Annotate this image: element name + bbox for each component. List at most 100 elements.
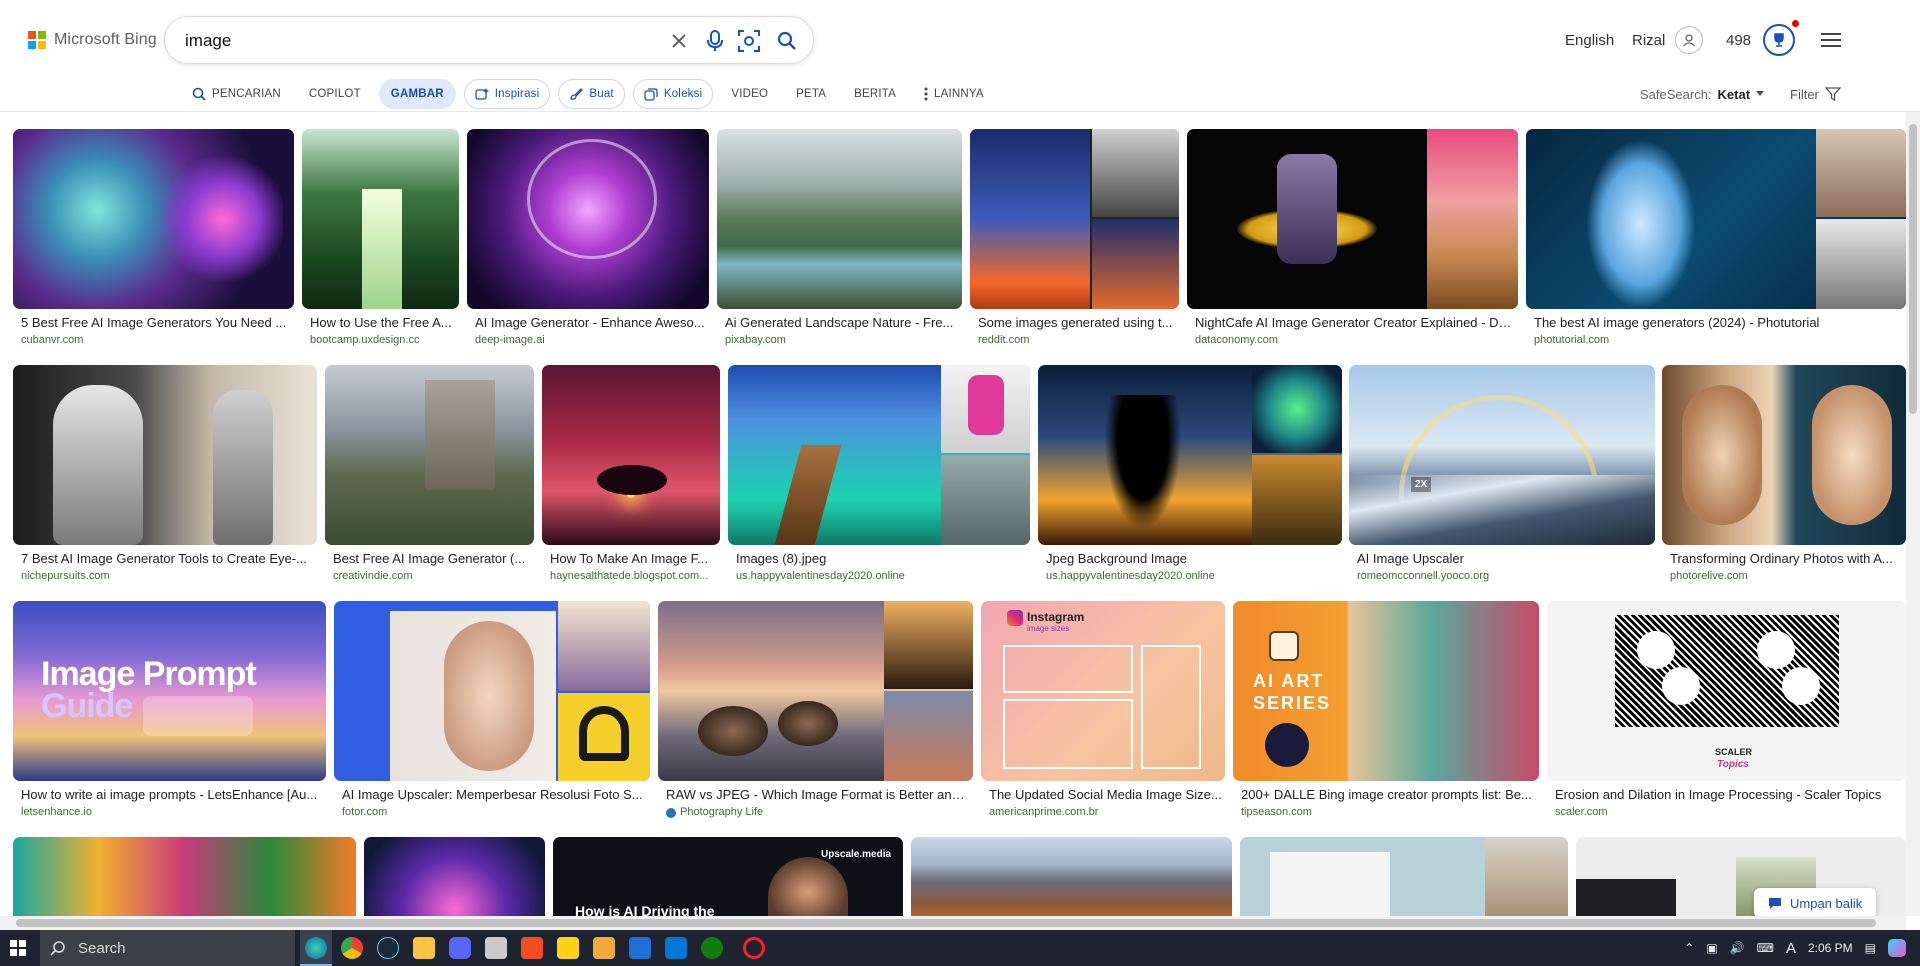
xbox-app-icon[interactable] [701,937,723,959]
tab-video[interactable]: VIDEO [721,79,778,109]
result-thumbnail[interactable]: AI ART SERIES [1233,601,1539,781]
search-input[interactable] [185,29,615,53]
result-thumbnail[interactable] [728,365,1030,545]
result-caption[interactable]: 7 Best AI Image Generator Tools to Creat… [21,551,315,566]
result-thumbnail[interactable] [13,837,356,916]
clear-icon[interactable] [667,29,691,53]
image-result-card[interactable]: NightCafe AI Image Generator Creator Exp… [1187,129,1518,349]
clock-time[interactable]: 2:06 PM [1808,941,1853,955]
tab-inspirasi[interactable]: Inspirasi [463,79,551,109]
image-result-card[interactable]: AI Image Generator - Enhance Aweso... de… [467,129,709,349]
image-result-card[interactable]: Image Prompt Guide How to write ai image… [13,601,326,821]
vscode-app-icon[interactable] [665,937,687,959]
volume-icon[interactable]: 🔊 [1730,941,1745,955]
result-thumbnail[interactable]: SCALER Topics [1547,601,1906,781]
result-thumbnail[interactable] [717,129,962,309]
result-thumbnail[interactable] [1240,837,1568,916]
image-result-card[interactable]: The best AI image generators (2024) - Ph… [1526,129,1906,349]
result-caption[interactable]: How To Make An Image F... [550,551,718,566]
result-thumbnail[interactable] [1038,365,1342,545]
result-caption[interactable]: AI Image Generator - Enhance Aweso... [475,315,707,330]
safesearch-dropdown[interactable]: SafeSearch: Ketat [1640,80,1765,108]
image-result-card[interactable]: 2X AI Image Upscaler romeomcconnell.yooc… [1349,365,1655,585]
result-caption[interactable]: NightCafe AI Image Generator Creator Exp… [1195,315,1516,330]
store-app-icon[interactable] [629,937,651,959]
image-result-card[interactable]: AI Image Upscaler: Memperbesar Resolusi … [334,601,650,821]
search-submit-icon[interactable] [775,29,799,53]
filter-button[interactable]: Filter [1790,80,1841,108]
image-result-card[interactable]: Ai Generated Landscape Nature - Fre... p… [717,129,962,349]
image-result-card[interactable] [13,837,356,916]
image-result-card[interactable]: 5 Best Free AI Image Generators You Need… [13,129,294,349]
tab-lainnya[interactable]: LAINNYA [914,79,994,109]
image-result-card[interactable] [911,837,1232,916]
image-result-card[interactable] [1240,837,1568,916]
image-result-card[interactable]: Transforming Ordinary Photos with A... p… [1662,365,1906,585]
result-caption[interactable]: 5 Best Free AI Image Generators You Need… [21,315,291,330]
image-result-card[interactable]: How To Make An Image F... haynesalthated… [542,365,720,585]
horizontal-scrollbar[interactable] [0,916,1906,930]
image-result-card[interactable]: Upscale.media How is AI Driving the [553,837,903,916]
opera-app-icon[interactable] [743,937,765,959]
result-caption[interactable]: 200+ DALLE Bing image creator prompts li… [1241,787,1537,802]
taskbar-search[interactable]: Search [40,930,295,966]
hamburger-menu-icon[interactable] [1820,20,1842,60]
result-thumbnail[interactable] [1662,365,1906,545]
result-caption[interactable]: Best Free AI Image Generator (... [333,551,532,566]
image-result-card[interactable]: Jpeg Background Image us.happyvalentines… [1038,365,1342,585]
image-result-card[interactable]: AI ART SERIES 200+ DALLE Bing image crea… [1233,601,1539,821]
chevron-up-icon[interactable]: ⌃ [1684,941,1694,955]
chrome-app-icon[interactable] [341,937,363,959]
network-icon[interactable]: ▣ [1706,941,1717,955]
search-box[interactable] [164,16,814,64]
figma-app-icon[interactable] [521,937,543,959]
vertical-scrollbar[interactable] [1906,112,1920,916]
windows-start-icon[interactable] [10,940,26,961]
result-caption[interactable]: Erosion and Dilation in Image Processing… [1555,787,1904,802]
result-caption[interactable]: Some images generated using t... [978,315,1177,330]
scrollbar-thumb[interactable] [1909,124,1917,414]
result-caption[interactable]: The best AI image generators (2024) - Ph… [1534,315,1904,330]
result-thumbnail[interactable] [970,129,1179,309]
result-caption[interactable]: RAW vs JPEG - Which Image Format is Bett… [666,787,971,802]
file-explorer-icon[interactable] [413,937,435,959]
result-caption[interactable]: Images (8).jpeg [736,551,1028,566]
account-button[interactable]: Rizal [1632,20,1704,60]
image-result-card[interactable]: 7 Best AI Image Generator Tools to Creat… [13,365,317,585]
input-language-icon[interactable]: A [1786,940,1796,957]
tab-berita[interactable]: BERITA [844,79,906,109]
result-caption[interactable]: How to write ai image prompts - LetsEnha… [21,787,324,802]
image-result-card[interactable]: Images (8).jpeg us.happyvalentinesday202… [728,365,1030,585]
tab-gambar[interactable]: GAMBAR [378,79,456,109]
edge-app-icon[interactable] [305,937,327,959]
paint-app-icon[interactable] [593,937,615,959]
tab-peta[interactable]: PETA [786,79,836,109]
result-thumbnail[interactable]: Upscale.media How is AI Driving the [553,837,903,916]
steam-app-icon[interactable] [377,937,399,959]
result-thumbnail[interactable]: Image Prompt Guide [13,601,326,781]
visual-search-icon[interactable] [737,29,761,53]
image-result-card[interactable]: Instagram image sizes The Updated Social… [981,601,1225,821]
result-thumbnail[interactable] [911,837,1232,916]
tab-copilot[interactable]: COPILOT [299,79,371,109]
result-thumbnail[interactable] [542,365,720,545]
notification-center-icon[interactable]: ▤ [1865,941,1876,955]
result-caption[interactable]: The Updated Social Media Image Size... [989,787,1223,802]
result-thumbnail[interactable] [302,129,459,309]
image-result-card[interactable]: RAW vs JPEG - Which Image Format is Bett… [658,601,973,821]
feedback-button[interactable]: Umpan balik [1754,888,1877,918]
language-link[interactable]: English [1565,20,1614,60]
result-thumbnail[interactable] [467,129,709,309]
result-caption[interactable]: AI Image Upscaler [1357,551,1653,566]
tab-koleksi[interactable]: Koleksi [632,79,714,109]
result-thumbnail[interactable] [1526,129,1906,309]
result-thumbnail[interactable] [364,837,545,916]
printer-app-icon[interactable] [485,937,507,959]
copilot-icon[interactable] [1888,939,1906,957]
microphone-icon[interactable] [703,29,727,53]
result-thumbnail[interactable] [13,365,317,545]
result-caption[interactable]: How to Use the Free A... [310,315,456,330]
rewards-button[interactable]: 498 [1726,20,1800,60]
image-result-card[interactable]: SCALER Topics Erosion and Dilation in Im… [1547,601,1906,821]
scrollbar-thumb[interactable] [16,919,1876,927]
